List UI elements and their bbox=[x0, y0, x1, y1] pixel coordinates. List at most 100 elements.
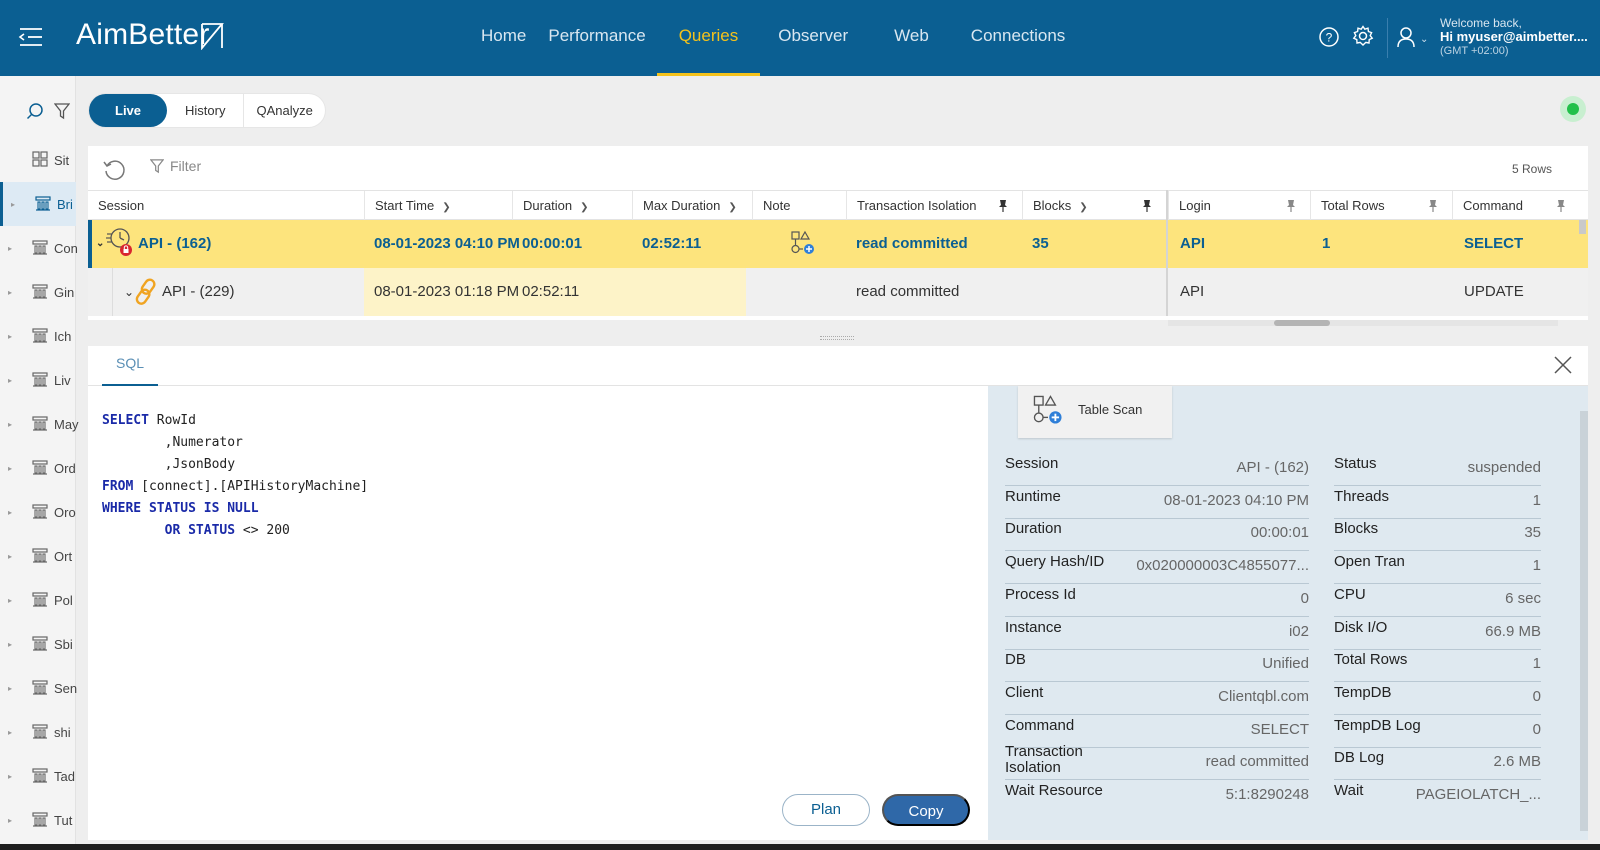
expand-triangle-icon[interactable]: ▸ bbox=[8, 640, 12, 649]
column-header-session[interactable]: Session bbox=[88, 191, 364, 220]
sidebar-server-item[interactable]: ▸ Sen bbox=[0, 666, 77, 710]
expand-triangle-icon[interactable]: ▸ bbox=[8, 816, 12, 825]
nav-home[interactable]: Home bbox=[470, 0, 537, 76]
nav-connections[interactable]: Connections bbox=[951, 0, 1077, 76]
plan-button[interactable]: Plan bbox=[782, 794, 870, 826]
expand-triangle-icon[interactable]: ▸ bbox=[8, 464, 12, 473]
user-menu-chevron-icon[interactable]: ⌄ bbox=[1420, 34, 1428, 45]
expand-chevron-icon[interactable]: ⌄ bbox=[96, 220, 104, 268]
sidebar-server-item[interactable]: ▸ May bbox=[0, 402, 79, 446]
nav-observer[interactable]: Observer bbox=[760, 0, 868, 76]
pin-icon[interactable] bbox=[998, 199, 1008, 212]
sidebar-server-item[interactable]: Sit bbox=[0, 138, 76, 182]
tab-qanalyze[interactable]: QAnalyze bbox=[243, 94, 324, 127]
sidebar-item-label: Oro bbox=[54, 504, 76, 520]
table-scan-card[interactable]: Table Scan bbox=[1018, 386, 1172, 438]
sidebar-item-label: Tut bbox=[54, 812, 73, 828]
sql-keyword: WHERE STATUS IS NULL bbox=[102, 501, 259, 516]
sql-text: ,Numerator bbox=[102, 435, 243, 450]
table-row[interactable]: ⌄ API - (229) 08-01-2023 01:18 PM 02:52:… bbox=[88, 268, 1588, 316]
expand-triangle-icon[interactable]: ▸ bbox=[8, 420, 12, 429]
expand-triangle-icon[interactable]: ▸ bbox=[8, 684, 12, 693]
column-header-note[interactable]: Note bbox=[752, 191, 846, 220]
user-greeting[interactable]: Welcome back, Hi myuser@aimbetter.... (G… bbox=[1440, 16, 1588, 58]
collapse-menu-icon[interactable] bbox=[18, 26, 44, 48]
info-field-label: DB bbox=[1005, 651, 1026, 669]
column-header-transaction-isolation[interactable]: Transaction Isolation bbox=[846, 191, 1022, 220]
sidebar-server-item[interactable]: ▸ Pol bbox=[0, 578, 76, 622]
sidebar-server-item[interactable]: ▸ shi bbox=[0, 710, 76, 754]
search-icon[interactable] bbox=[26, 102, 44, 120]
tab-sql[interactable]: SQL bbox=[102, 346, 158, 386]
expand-chevron-icon[interactable]: ⌄ bbox=[124, 268, 134, 316]
expand-triangle-icon[interactable]: ▸ bbox=[8, 332, 12, 341]
column-header-max-duration[interactable]: Max Duration ❯ bbox=[632, 191, 752, 220]
info-field-label: Total Rows bbox=[1334, 651, 1408, 669]
sidebar-server-item[interactable]: ▸ Oro bbox=[0, 490, 76, 534]
info-field-value: PAGEIOLATCH_... bbox=[1415, 786, 1541, 803]
tab-history[interactable]: History bbox=[167, 94, 243, 127]
close-icon[interactable] bbox=[1552, 354, 1574, 376]
info-field-value: Clientqbl.com bbox=[1218, 687, 1309, 705]
nav-web[interactable]: Web bbox=[868, 0, 951, 76]
sidebar-server-item[interactable]: ▸ Ort bbox=[0, 534, 76, 578]
expand-triangle-icon[interactable]: ▸ bbox=[8, 552, 12, 561]
column-header-command[interactable]: Command bbox=[1452, 191, 1580, 220]
cell-command: SELECT bbox=[1464, 235, 1524, 252]
query-plan-icon[interactable] bbox=[790, 230, 816, 256]
expand-triangle-icon[interactable]: ▸ bbox=[8, 244, 12, 253]
nav-queries[interactable]: Queries bbox=[656, 0, 761, 76]
top-navigation-bar: AimBetter Home Performance Queries Obser… bbox=[0, 0, 1600, 76]
sidebar-server-item[interactable]: ▸ Tad bbox=[0, 754, 76, 798]
app-logo[interactable]: AimBetter bbox=[76, 18, 224, 52]
expand-triangle-icon[interactable]: ▸ bbox=[8, 728, 12, 737]
grid-horizontal-scrollbar[interactable] bbox=[1168, 320, 1558, 326]
grid-vertical-scrollbar[interactable] bbox=[1579, 220, 1586, 234]
sidebar-server-item[interactable]: ▸ Bri bbox=[0, 182, 76, 226]
nav-performance[interactable]: Performance bbox=[537, 0, 656, 76]
tab-live[interactable]: Live bbox=[89, 94, 168, 127]
info-vertical-scrollbar[interactable] bbox=[1580, 411, 1588, 831]
sidebar-server-item[interactable]: ▸ Liv bbox=[0, 358, 76, 402]
user-avatar-icon[interactable] bbox=[1396, 26, 1416, 48]
blocked-session-icon bbox=[106, 228, 132, 256]
settings-gear-icon[interactable] bbox=[1352, 25, 1374, 47]
sidebar-server-item[interactable]: ▸ Tut bbox=[0, 798, 76, 842]
pin-icon[interactable] bbox=[1556, 199, 1566, 212]
column-header-start-time[interactable]: Start Time ❯ bbox=[364, 191, 512, 220]
column-header-blocks[interactable]: Blocks ❯ bbox=[1022, 191, 1166, 220]
pinned-columns-divider[interactable] bbox=[1166, 190, 1168, 316]
help-icon[interactable]: ? bbox=[1318, 26, 1340, 48]
pin-icon[interactable] bbox=[1142, 199, 1152, 212]
sidebar-server-item[interactable]: ▸ Ich bbox=[0, 314, 76, 358]
expand-triangle-icon[interactable]: ▸ bbox=[8, 376, 12, 385]
column-header-login[interactable]: Login bbox=[1168, 191, 1310, 220]
app-logo-text: AimBetter bbox=[76, 18, 210, 51]
sidebar-server-item[interactable]: ▸ Con bbox=[0, 226, 78, 270]
cell-blocks: 35 bbox=[1032, 235, 1049, 252]
panel-resize-handle[interactable] bbox=[820, 336, 854, 340]
grid-filter-button[interactable]: Filter bbox=[150, 158, 201, 174]
info-field: Runtime 08-01-2023 04:10 PM bbox=[1005, 487, 1309, 519]
info-field-value: read committed bbox=[1205, 753, 1309, 771]
expand-triangle-icon[interactable]: ▸ bbox=[8, 508, 12, 517]
expand-triangle-icon[interactable]: ▸ bbox=[8, 288, 12, 297]
sql-code[interactable]: SELECT RowId ,Numerator ,JsonBody FROM [c… bbox=[102, 410, 368, 542]
expand-triangle-icon[interactable]: ▸ bbox=[8, 596, 12, 605]
column-header-duration[interactable]: Duration ❯ bbox=[512, 191, 632, 220]
sidebar-server-item[interactable]: ▸ Ord bbox=[0, 446, 76, 490]
pin-icon[interactable] bbox=[1428, 199, 1438, 212]
expand-triangle-icon[interactable]: ▸ bbox=[11, 200, 15, 209]
grid-view-icon bbox=[32, 151, 48, 167]
grid-horizontal-scrollbar-thumb[interactable] bbox=[1274, 320, 1330, 326]
copy-button[interactable]: Copy bbox=[882, 794, 970, 826]
expand-triangle-icon[interactable]: ▸ bbox=[8, 772, 12, 781]
pin-icon[interactable] bbox=[1286, 199, 1296, 212]
sidebar-server-item[interactable]: ▸ Sbi bbox=[0, 622, 76, 666]
refresh-icon[interactable] bbox=[102, 158, 126, 182]
column-header-total-rows[interactable]: Total Rows bbox=[1310, 191, 1452, 220]
info-field-value: 08-01-2023 04:10 PM bbox=[1163, 491, 1309, 509]
sidebar-server-item[interactable]: ▸ Gin bbox=[0, 270, 76, 314]
table-row[interactable]: ⌄ API - (162) 08-01-2023 04:10 PM 00:00:… bbox=[88, 220, 1588, 268]
filter-icon[interactable] bbox=[54, 102, 70, 120]
